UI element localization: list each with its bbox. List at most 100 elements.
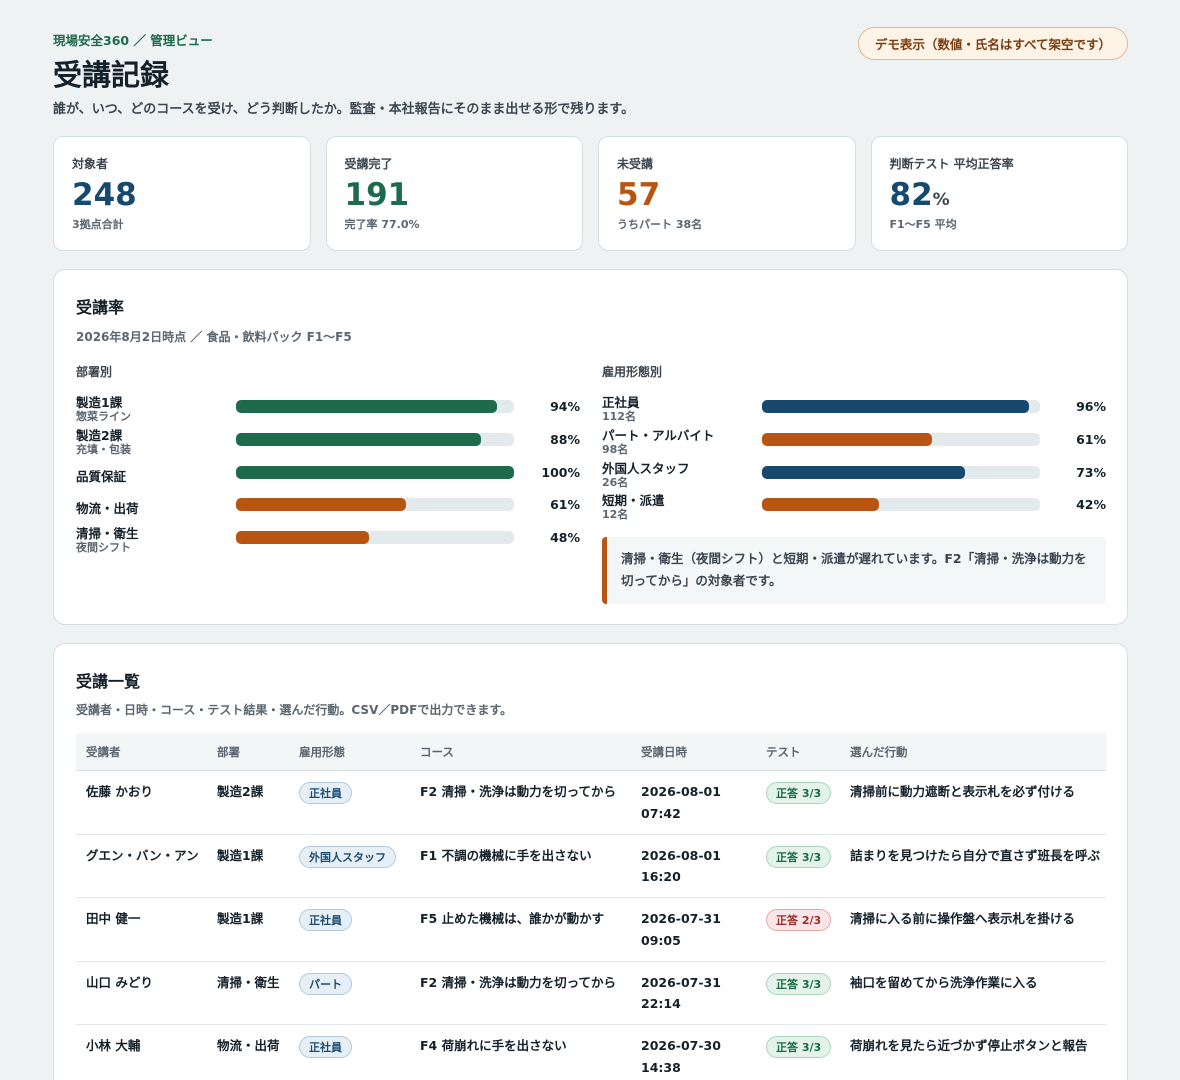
kpi-card-completed: 受講完了 191 完了率 77.0% (325, 136, 583, 251)
kpi-row: 対象者 248 3拠点合計 受講完了 191 完了率 77.0% 未受講 57 … (53, 136, 1128, 251)
dept-bar-track (236, 400, 514, 413)
cell-date: 2026-07-31 (641, 974, 721, 990)
dept-bar-track (236, 432, 514, 446)
cell-dept: 製造1課 (217, 847, 264, 863)
employment-tag: 正社員 (299, 782, 352, 804)
emp-bar-fill (762, 432, 932, 446)
cell-datetime: 2026-08-01 07:42 (641, 781, 751, 825)
dept-bar-track (236, 465, 514, 479)
employment-tag: 外国人スタッフ (299, 845, 396, 868)
col-header-name[interactable]: 受講者 (86, 744, 121, 760)
cell-time: 07:42 (641, 805, 681, 821)
kpi-label: 受講完了 (344, 157, 393, 171)
dept-bar-sublabel: 充填・包装 (76, 442, 131, 456)
panel-subtitle: 受講者・日時・コース・テスト結果・選んだ行動。CSV／PDFで出力できます。 (76, 703, 513, 717)
kpi-note: F1〜F5 平均 (889, 218, 957, 232)
dept-bar-sublabel: 惣菜ライン (76, 410, 131, 423)
table-row[interactable]: グエン・バン・アン 製造1課 外国人スタッフ F1 不調の機械に手を出さない 2026-… (76, 835, 1106, 898)
emp-bar-value: 73% (1076, 464, 1106, 480)
table-row[interactable]: 佐藤 かおり 製造2課 正社員 F2 清掃・洗浄は動力を切ってから 2026-08-01… (76, 771, 1106, 835)
cell-time: 09:05 (641, 932, 681, 948)
emp-bar-track (762, 465, 1040, 479)
cell-course[interactable]: F4 荷崩れに手を出さない (420, 1035, 630, 1057)
kpi-note: 完了率 77.0% (344, 218, 420, 232)
emp-bar-value: 61% (1076, 431, 1106, 447)
page-subtitle: 誰が、いつ、どのコースを受け、どう判断したか。監査・本社報告にそのまま出せる形で… (53, 102, 635, 117)
col-header-dept[interactable]: 部署 (217, 744, 240, 760)
cell-course[interactable]: F2 清掃・洗浄は動力を切ってから (420, 972, 630, 994)
emp-bar-track (762, 432, 1040, 446)
col-header-course[interactable]: コース (420, 744, 454, 760)
cell-course[interactable]: F1 不調の機械に手を出さない (420, 845, 630, 867)
cell-course[interactable]: F2 清掃・洗浄は動力を切ってから (420, 781, 630, 803)
test-result-badge: 正答 3/3 (766, 1036, 832, 1058)
kpi-note: うちパート 38名 (617, 218, 703, 232)
kpi-value: 57 (617, 177, 661, 213)
cell-name: 田中 健一 (86, 911, 141, 926)
test-result-badge: 正答 2/3 (766, 909, 832, 931)
dept-bar-value: 100% (541, 464, 580, 480)
cell-name: 佐藤 かおり (86, 784, 153, 799)
emp-bar-fill (762, 498, 879, 512)
cell-action: 清掃に入る前に操作盤へ表示札を掛ける (850, 911, 1076, 926)
col-header-date[interactable]: 受講日時 (641, 744, 687, 760)
col-header-action[interactable]: 選んだ行動 (850, 744, 908, 760)
emp-heading: 雇用形態別 (602, 365, 663, 379)
kpi-card-not-taken: 未受講 57 うちパート 38名 (598, 136, 856, 251)
dept-bar-label: 物流・出荷 (76, 501, 139, 517)
dept-bar-fill (236, 465, 514, 479)
col-header-test[interactable]: テスト (766, 744, 801, 760)
cell-name: 小林 大輔 (86, 1038, 141, 1053)
kpi-note: 3拠点合計 (72, 218, 124, 232)
cell-action: 清掃前に動力遮断と表示札を必ず付ける (850, 784, 1076, 799)
completion-rate-panel: 受講率 2026年8月2日時点 ／ 食品・飲料パック F1〜F5 部署別 雇用形… (53, 269, 1128, 625)
emp-bar-row: 外国人スタッフ 26名 73% (602, 458, 1114, 489)
dept-heading: 部署別 (76, 365, 113, 379)
test-result-badge: 正答 3/3 (766, 845, 832, 868)
panel-subtitle: 2026年8月2日時点 ／ 食品・飲料パック F1〜F5 (76, 330, 352, 344)
emp-bar-sublabel: 12名 (602, 508, 629, 522)
cell-name: グエン・バン・アン (86, 847, 199, 863)
dept-bar-row: 製造2課 充填・包装 88% (76, 425, 588, 456)
dept-bar-label: 品質保証 (76, 468, 127, 484)
cell-time: 14:38 (641, 1059, 681, 1075)
table-row[interactable]: 田中 健一 製造1課 正社員 F5 止めた機械は、誰かが動かす 2026-07-31 09… (76, 898, 1106, 962)
employment-tag: 正社員 (299, 1036, 352, 1058)
dept-bar-fill (236, 498, 406, 512)
dept-bar-value: 88% (550, 431, 580, 447)
table-row[interactable]: 山口 みどり 清掃・衛生 パート F2 清掃・洗浄は動力を切ってから 2026-07-3… (76, 962, 1106, 1025)
cell-datetime: 2026-07-31 09:05 (641, 908, 751, 952)
breadcrumb[interactable]: 現場安全360 ／ 管理ビュー (53, 30, 213, 49)
emp-bar-value: 96% (1076, 399, 1106, 414)
dept-bar-row: 製造1課 惣菜ライン 94% (76, 392, 588, 423)
emp-bar-row: パート・アルバイト 98名 61% (602, 425, 1114, 456)
dept-bar-track (236, 531, 514, 545)
cell-date: 2026-08-01 (641, 847, 721, 863)
dept-bar-value: 48% (550, 530, 580, 546)
col-header-emp[interactable]: 雇用形態 (299, 744, 345, 760)
attendance-table: 受講者 部署 雇用形態 コース 受講日時 テスト 選んだ行動 佐藤 かおり 製造2… (76, 733, 1106, 1080)
dept-bar-value: 61% (550, 497, 580, 513)
emp-bar-track (762, 400, 1040, 413)
cell-course[interactable]: F5 止めた機械は、誰かが動かす (420, 908, 630, 930)
employment-tag: 正社員 (299, 909, 352, 931)
dept-bar-fill (236, 531, 370, 545)
test-result-badge: 正答 3/3 (766, 782, 832, 804)
cell-dept: 物流・出荷 (217, 1038, 280, 1053)
dept-bar-value: 94% (550, 399, 580, 414)
cell-date: 2026-08-01 (641, 784, 721, 799)
kpi-label: 対象者 (72, 157, 109, 171)
emp-bar-fill (762, 465, 965, 479)
employment-tag: パート (299, 972, 352, 995)
dept-bar-track (236, 498, 514, 512)
cell-time: 22:14 (641, 996, 681, 1012)
dept-bar-row: 物流・出荷 61% (76, 490, 588, 520)
dept-bar-row: 清掃・衛生 夜間シフト 48% (76, 523, 588, 555)
panel-title: 受講率 (76, 298, 125, 317)
table-row[interactable]: 小林 大輔 物流・出荷 正社員 F4 荷崩れに手を出さない 2026-07-30 14:3… (76, 1025, 1106, 1080)
cell-action: 荷崩れを見たら近づかず停止ボタンと報告 (850, 1038, 1088, 1053)
cell-datetime: 2026-08-01 16:20 (641, 845, 751, 889)
emp-bar-track (762, 498, 1040, 512)
attendance-list-panel: 受講一覧 受講者・日時・コース・テスト結果・選んだ行動。CSV／PDFで出力でき… (53, 643, 1128, 1080)
dept-bar-sublabel: 夜間シフト (76, 541, 131, 555)
